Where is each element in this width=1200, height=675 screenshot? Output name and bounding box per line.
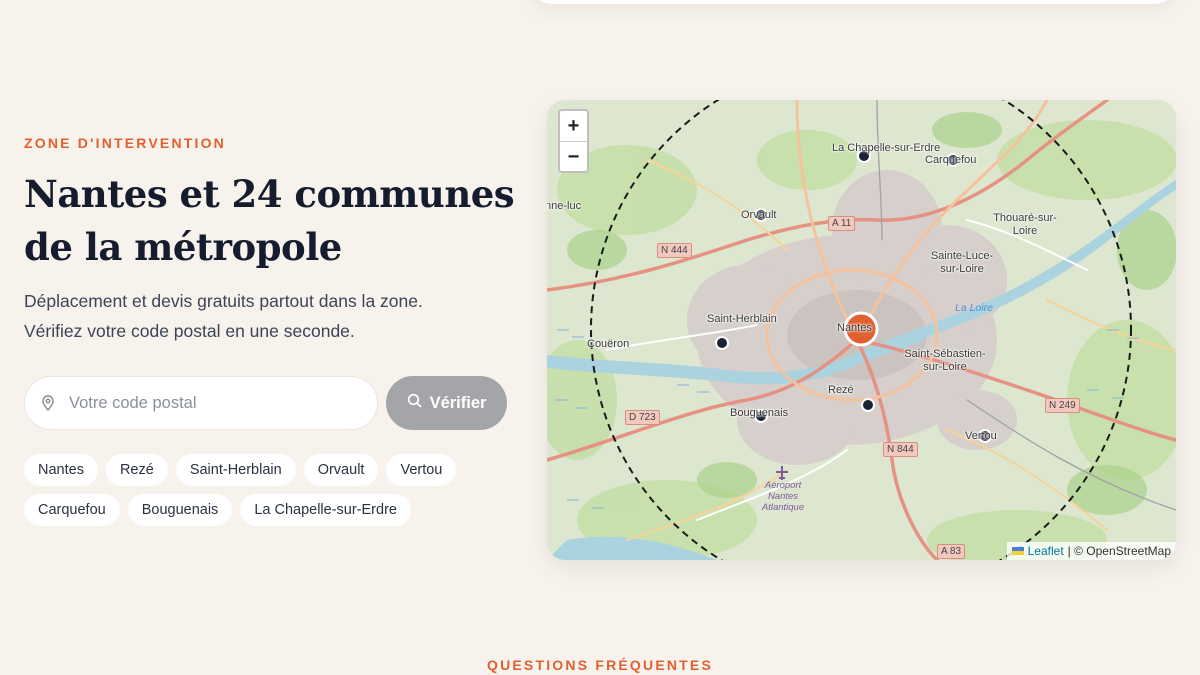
zone-eyebrow: ZONE D'INTERVENTION xyxy=(24,135,226,151)
postal-code-input[interactable] xyxy=(69,393,349,413)
place-saint-herblain: Saint-Herblain xyxy=(707,313,777,325)
place-saint-sebastien: Saint-Sébastien-sur-Loire xyxy=(904,348,986,373)
zoom-out-button[interactable]: − xyxy=(560,141,587,171)
chip-bouguenais[interactable]: Bouguenais xyxy=(127,494,233,526)
chip-reze[interactable]: Rezé xyxy=(105,454,168,486)
chip-orvault[interactable]: Orvault xyxy=(303,454,379,486)
place-sainte-luce: Sainte-Luce-sur-Loire xyxy=(930,250,994,275)
place-edge-left: nne-luc xyxy=(547,200,582,212)
faq-eyebrow: QUESTIONS FRÉQUENTES xyxy=(486,657,714,673)
zone-lead: Déplacement et devis gratuits partout da… xyxy=(24,286,494,346)
road-a83: A 83 xyxy=(937,544,966,559)
place-reze: Rezé xyxy=(828,384,854,396)
coverage-map[interactable]: La Chapelle-sur-Erdre Carquefou Orvault … xyxy=(547,100,1176,560)
zoom-in-button[interactable]: + xyxy=(560,111,587,141)
place-carquefou: Carquefou xyxy=(925,154,977,166)
place-thouare: Thouaré-sur-Loire xyxy=(993,212,1057,237)
road-d723: D 723 xyxy=(625,410,660,425)
river-label: La Loire xyxy=(955,302,993,314)
place-chapelle: La Chapelle-sur-Erdre xyxy=(832,142,941,154)
chip-la-chapelle-sur-erdre[interactable]: La Chapelle-sur-Erdre xyxy=(240,494,411,526)
search-icon xyxy=(407,393,422,413)
road-n444: N 444 xyxy=(657,243,692,258)
map-attribution: Leaflet | © OpenStreetMap xyxy=(1006,542,1176,560)
place-airport: Aéroport Nantes Atlantique xyxy=(761,480,805,513)
leaflet-link[interactable]: Leaflet xyxy=(1028,544,1064,558)
place-vertou: Vertou xyxy=(965,430,997,442)
previous-section-card xyxy=(530,0,1176,4)
road-a11: A 11 xyxy=(828,216,856,231)
zone-lead-line1: Déplacement et devis gratuits partout da… xyxy=(24,291,423,311)
chip-nantes[interactable]: Nantes xyxy=(24,454,98,486)
chip-carquefou[interactable]: Carquefou xyxy=(24,494,120,526)
location-pin-icon xyxy=(41,395,55,411)
chip-vertou[interactable]: Vertou xyxy=(386,454,457,486)
road-n844: N 844 xyxy=(883,442,918,457)
place-coueron: Couëron xyxy=(587,338,630,350)
commune-chips: Nantes Rezé Saint-Herblain Orvault Verto… xyxy=(24,454,504,526)
place-bouguenais: Bouguenais xyxy=(730,407,789,419)
zoom-control: + − xyxy=(558,109,589,173)
place-nantes: Nantes xyxy=(837,322,872,334)
marker-saint-herblain xyxy=(715,336,729,350)
marker-reze xyxy=(861,398,875,412)
osm-attribution: | © OpenStreetMap xyxy=(1067,544,1171,558)
place-orvault: Orvault xyxy=(741,209,777,221)
zone-title: Nantes et 24 communes de la métropole xyxy=(24,172,515,269)
verify-button[interactable]: Vérifier xyxy=(386,376,507,430)
ukraine-flag-icon xyxy=(1011,547,1024,555)
postal-code-search xyxy=(24,376,378,430)
chip-saint-herblain[interactable]: Saint-Herblain xyxy=(175,454,296,486)
verify-label: Vérifier xyxy=(429,393,487,412)
road-n249: N 249 xyxy=(1045,398,1080,413)
zone-lead-line2: Vérifiez votre code postal en une second… xyxy=(24,321,355,341)
